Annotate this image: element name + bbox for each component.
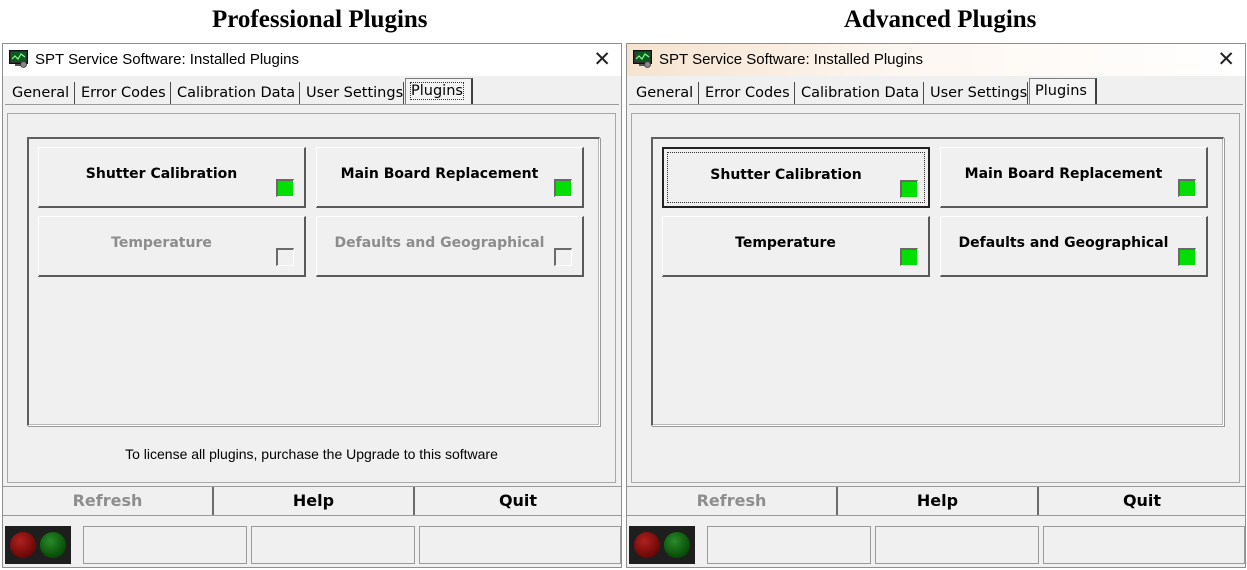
tab-divider	[5, 104, 619, 105]
plugin-main-board-replacement[interactable]: Main Board Replacement	[316, 147, 584, 208]
status-pane	[707, 526, 871, 564]
help-button[interactable]: Help	[214, 487, 415, 515]
plugin-label: Shutter Calibration	[710, 167, 862, 183]
close-icon[interactable]: ✕	[1217, 46, 1235, 74]
app-icon	[633, 50, 652, 68]
heading-professional-plugins: Professional Plugins	[212, 6, 428, 33]
quit-button[interactable]: Quit	[1039, 487, 1245, 515]
plugin-temperature[interactable]: Temperature	[662, 216, 930, 277]
tab-calibration-data[interactable]: Calibration Data	[172, 82, 300, 104]
status-lights	[629, 526, 695, 564]
close-icon[interactable]: ✕	[593, 46, 611, 74]
refresh-button[interactable]: Refresh	[627, 487, 838, 515]
plugin-label: Main Board Replacement	[964, 166, 1163, 182]
license-indicator	[1178, 179, 1196, 197]
plugin-shutter-calibration[interactable]: Shutter Calibration	[38, 147, 306, 208]
license-indicator	[900, 180, 918, 198]
plugin-label: Defaults and Geographical	[334, 235, 545, 251]
quit-button[interactable]: Quit	[415, 487, 621, 515]
plugin-temperature[interactable]: Temperature	[38, 216, 306, 277]
plugin-shutter-calibration[interactable]: Shutter Calibration	[662, 147, 930, 208]
license-indicator	[276, 179, 294, 197]
status-pane	[875, 526, 1039, 564]
heading-advanced-plugins: Advanced Plugins	[844, 6, 1037, 33]
plugins-panel: Shutter Calibration Main Board Replaceme…	[7, 113, 616, 483]
plugin-label: Temperature	[111, 235, 212, 251]
status-pane	[1043, 526, 1245, 564]
status-bar	[627, 524, 1245, 566]
title-bar[interactable]: SPT Service Software: Installed Plugins …	[3, 44, 621, 76]
status-pane	[251, 526, 415, 564]
license-indicator	[1178, 248, 1196, 266]
app-icon	[9, 50, 28, 68]
plugins-window-advanced: SPT Service Software: Installed Plugins …	[626, 43, 1246, 568]
refresh-button[interactable]: Refresh	[3, 487, 214, 515]
green-led-icon	[40, 532, 66, 558]
license-indicator	[900, 248, 918, 266]
tab-plugins[interactable]: Plugins	[1029, 78, 1097, 105]
tab-user-settings[interactable]: User Settings	[301, 82, 404, 104]
plugin-label: Main Board Replacement	[340, 166, 539, 182]
status-pane	[419, 526, 621, 564]
plugins-group: Shutter Calibration Main Board Replaceme…	[651, 137, 1224, 426]
bottom-button-bar: Refresh Help Quit	[627, 486, 1245, 516]
tab-user-settings[interactable]: User Settings	[925, 82, 1028, 104]
window-title: SPT Service Software: Installed Plugins	[35, 51, 300, 68]
license-indicator	[554, 248, 572, 266]
plugin-label: Shutter Calibration	[85, 166, 238, 182]
plugin-main-board-replacement[interactable]: Main Board Replacement	[940, 147, 1208, 208]
title-bar[interactable]: SPT Service Software: Installed Plugins …	[627, 44, 1245, 76]
tab-plugins-label: Plugins	[1035, 83, 1087, 99]
tab-calibration-data[interactable]: Calibration Data	[796, 82, 924, 104]
plugins-group: Shutter Calibration Main Board Replaceme…	[27, 137, 600, 426]
upgrade-note: To license all plugins, purchase the Upg…	[125, 446, 498, 462]
tab-general[interactable]: General	[631, 82, 699, 104]
help-button[interactable]: Help	[838, 487, 1039, 515]
bottom-button-bar: Refresh Help Quit	[3, 486, 621, 516]
tab-plugins-label: Plugins	[410, 82, 464, 100]
plugins-panel: Shutter Calibration Main Board Replaceme…	[631, 113, 1240, 483]
tab-error-codes[interactable]: Error Codes	[76, 82, 171, 104]
plugin-label: Temperature	[735, 235, 836, 251]
plugin-defaults-and-geographical[interactable]: Defaults and Geographical	[940, 216, 1208, 277]
green-led-icon	[664, 532, 690, 558]
license-indicator	[554, 179, 572, 197]
window-title: SPT Service Software: Installed Plugins	[659, 51, 924, 68]
tab-general[interactable]: General	[7, 82, 75, 104]
license-indicator	[276, 248, 294, 266]
plugins-window-professional: SPT Service Software: Installed Plugins …	[2, 43, 622, 568]
status-lights	[5, 526, 71, 564]
tab-error-codes[interactable]: Error Codes	[700, 82, 795, 104]
status-bar	[3, 524, 621, 566]
red-led-icon	[10, 532, 36, 558]
plugin-defaults-and-geographical[interactable]: Defaults and Geographical	[316, 216, 584, 277]
tab-plugins[interactable]: Plugins	[405, 78, 473, 105]
plugin-label: Defaults and Geographical	[958, 235, 1169, 251]
tab-divider	[629, 104, 1243, 105]
red-led-icon	[634, 532, 660, 558]
status-pane	[83, 526, 247, 564]
